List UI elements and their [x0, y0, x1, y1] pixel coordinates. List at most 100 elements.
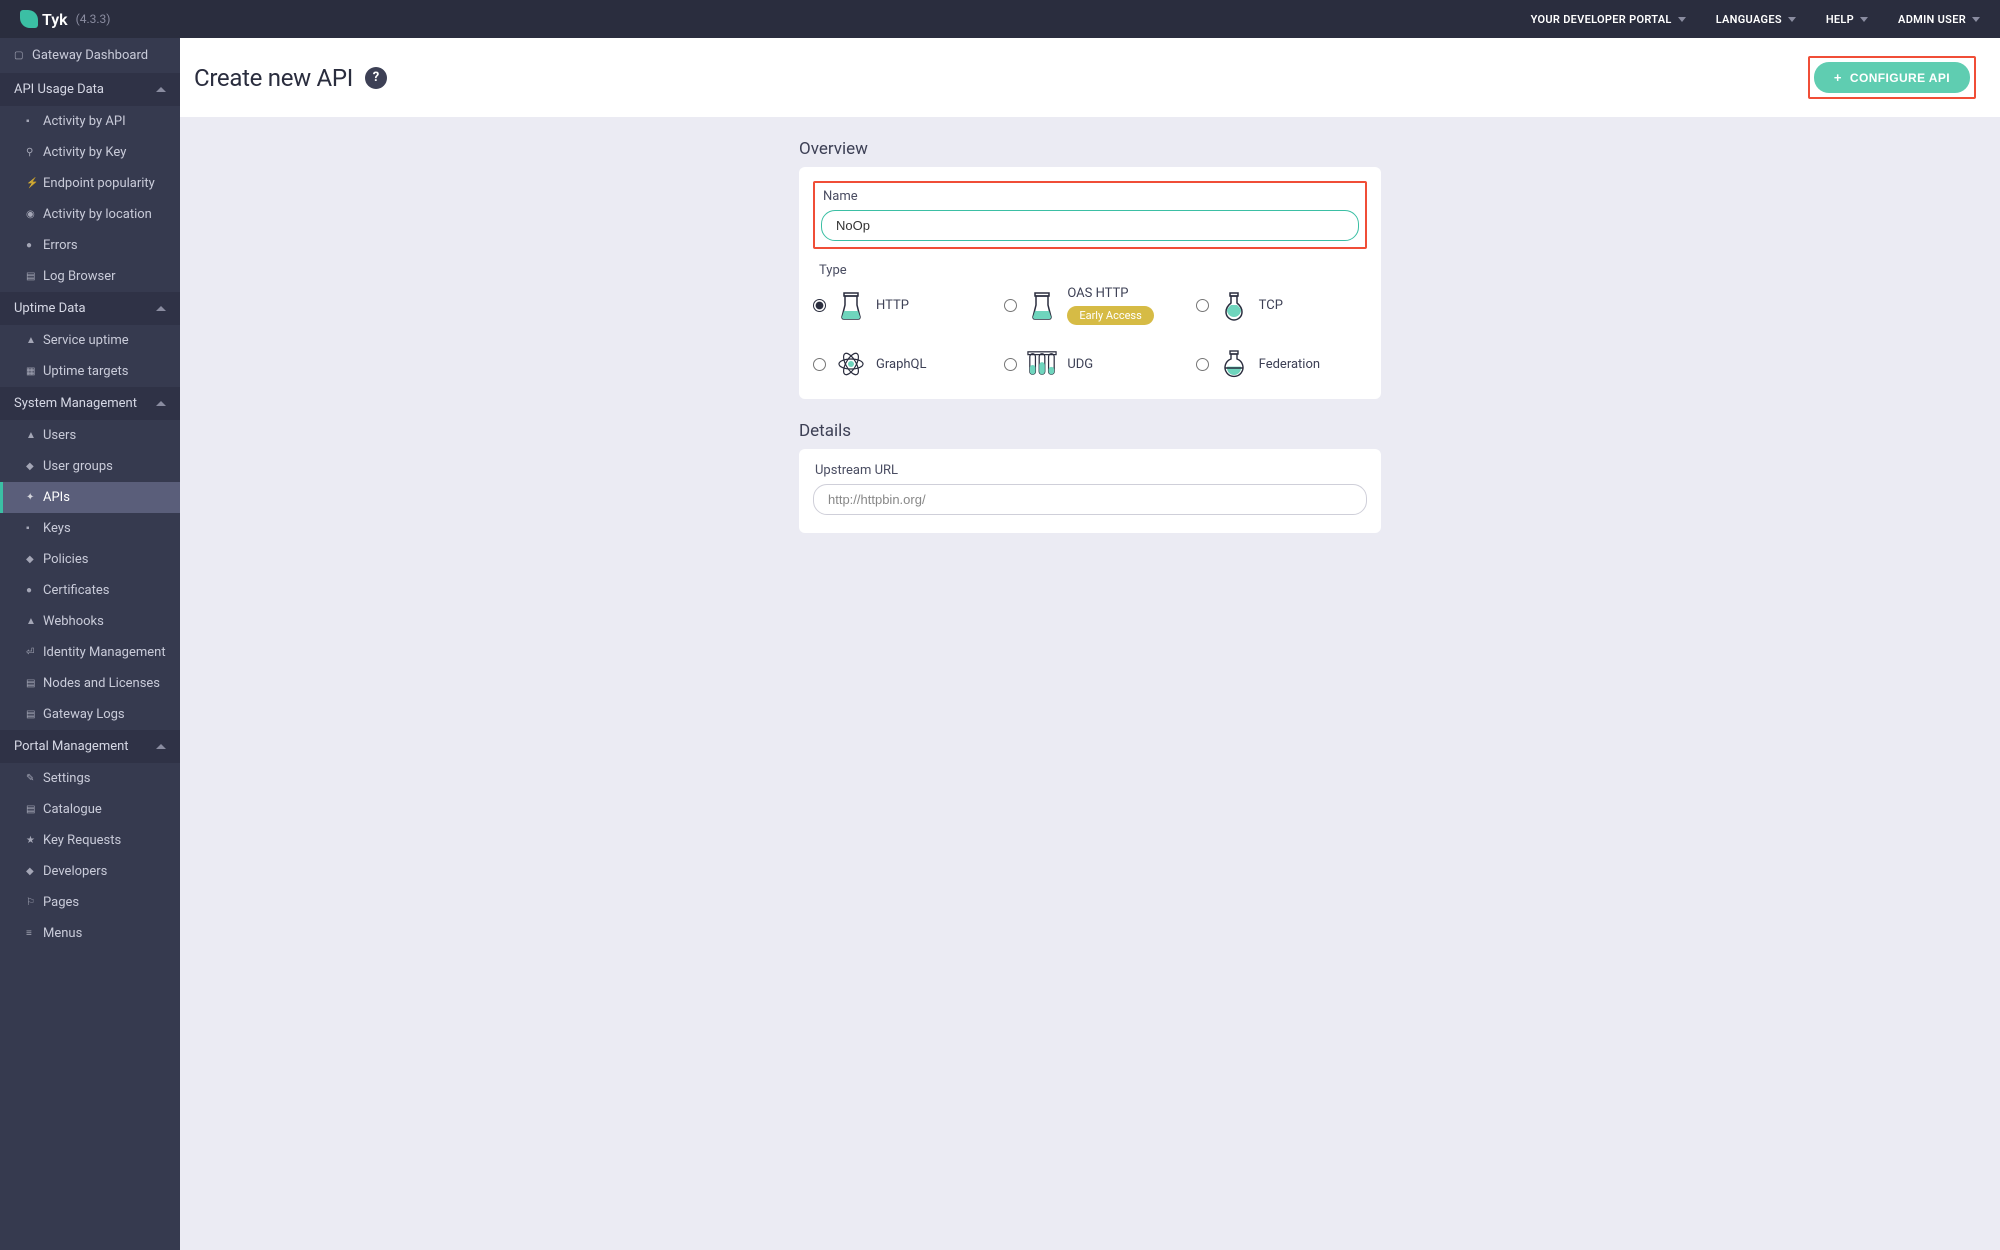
- details-heading: Details: [799, 421, 1381, 441]
- configure-api-button[interactable]: + CONFIGURE API: [1814, 62, 1970, 93]
- version-text: (4.3.3): [76, 12, 111, 26]
- nodes-icon: ▤: [26, 678, 36, 689]
- sidebar-item-certificates[interactable]: ●Certificates: [0, 575, 180, 606]
- sidebar-item-pages[interactable]: ⚐Pages: [0, 887, 180, 918]
- sidebar-dashboard[interactable]: ▢ Gateway Dashboard: [0, 38, 180, 73]
- flask-icon: [1219, 289, 1249, 323]
- type-option-federation[interactable]: Federation: [1196, 347, 1367, 381]
- sidebar-item-label: Developers: [43, 864, 107, 879]
- sidebar-item-label: Service uptime: [43, 333, 129, 348]
- sidebar-item-activity-api[interactable]: ▪Activity by API: [0, 106, 180, 137]
- nav-languages[interactable]: LANGUAGES: [1716, 13, 1796, 26]
- main: Create new API ? + CONFIGURE API Overvie…: [180, 38, 2000, 1250]
- upstream-label: Upstream URL: [813, 463, 1367, 478]
- logo: Tyk: [20, 10, 68, 29]
- sidebar-item-label: Uptime targets: [43, 364, 128, 379]
- sidebar-item-users[interactable]: ▲ Users: [0, 420, 180, 451]
- sidebar-item-log-browser[interactable]: ▤Log Browser: [0, 261, 180, 292]
- bolt-icon: ⚡: [26, 178, 36, 189]
- keys-icon: ▪: [26, 523, 36, 534]
- monitor-icon: ▢: [14, 50, 24, 61]
- sidebar-item-errors[interactable]: ●Errors: [0, 230, 180, 261]
- round-flask-icon: [1219, 347, 1249, 381]
- type-radio-graphql[interactable]: [813, 358, 826, 371]
- sidebar-item-developers[interactable]: ◆Developers: [0, 856, 180, 887]
- sidebar-item-identity[interactable]: ⏎Identity Management: [0, 637, 180, 668]
- type-option-udg[interactable]: UDG: [1004, 347, 1175, 381]
- sidebar-item-nodes-licenses[interactable]: ▤Nodes and Licenses: [0, 668, 180, 699]
- name-input[interactable]: [821, 210, 1359, 241]
- overview-heading: Overview: [799, 139, 1381, 159]
- sidebar-item-label: Webhooks: [43, 614, 104, 629]
- nav-label: ADMIN USER: [1898, 13, 1966, 26]
- help-icon[interactable]: ?: [365, 67, 387, 89]
- type-radio-federation[interactable]: [1196, 358, 1209, 371]
- type-radio-oas[interactable]: [1004, 299, 1017, 312]
- sidebar-item-webhooks[interactable]: ▲ Webhooks: [0, 606, 180, 637]
- sidebar-item-label: Gateway Logs: [43, 707, 125, 722]
- sidebar-item-apis[interactable]: ✦APIs: [0, 482, 180, 513]
- sidebar-item-settings[interactable]: ✎Settings: [0, 763, 180, 794]
- sidebar-item-menus[interactable]: ≡Menus: [0, 918, 180, 949]
- button-label: CONFIGURE API: [1850, 71, 1950, 85]
- sidebar-item-gateway-logs[interactable]: ▤ Gateway Logs: [0, 699, 180, 730]
- logs-icon: ▤: [26, 709, 36, 720]
- sidebar-item-activity-key[interactable]: ⚲Activity by Key: [0, 137, 180, 168]
- type-label: TCP: [1259, 298, 1283, 313]
- sidebar-item-label: User groups: [43, 459, 113, 474]
- highlight-name: Name: [813, 181, 1367, 249]
- sidebar-item-key-requests[interactable]: ★Key Requests: [0, 825, 180, 856]
- type-radio-http[interactable]: [813, 299, 826, 312]
- sidebar-item-label: Menus: [43, 926, 82, 941]
- log-icon: ▤: [26, 271, 36, 282]
- nav-help[interactable]: HELP: [1826, 13, 1868, 26]
- nav-label: YOUR DEVELOPER PORTAL: [1531, 13, 1672, 26]
- type-radio-udg[interactable]: [1004, 358, 1017, 371]
- type-option-http[interactable]: HTTP: [813, 286, 984, 325]
- sidebar-item-label: Pages: [43, 895, 79, 910]
- sidebar-item-policies[interactable]: ◆ Policies: [0, 544, 180, 575]
- sidebar-section-portal[interactable]: Portal Management: [0, 730, 180, 763]
- type-radio-tcp[interactable]: [1196, 299, 1209, 312]
- nav-label: LANGUAGES: [1716, 13, 1782, 26]
- sidebar-item-label: Policies: [43, 552, 88, 567]
- user-icon: ▲: [26, 430, 36, 441]
- chevron-down-icon: [1678, 17, 1686, 22]
- sidebar-item-keys[interactable]: ▪Keys: [0, 513, 180, 544]
- sidebar-section-api-usage[interactable]: API Usage Data: [0, 73, 180, 106]
- type-option-oas-http[interactable]: OAS HTTP Early Access: [1004, 286, 1175, 325]
- sidebar-section-system[interactable]: System Management: [0, 387, 180, 420]
- sidebar-item-label: Settings: [43, 771, 90, 786]
- sidebar-item-service-uptime[interactable]: ▲Service uptime: [0, 325, 180, 356]
- nav-developer-portal[interactable]: YOUR DEVELOPER PORTAL: [1531, 13, 1686, 26]
- section-title: Portal Management: [14, 739, 129, 754]
- titlebar: Create new API ? + CONFIGURE API: [180, 38, 2000, 117]
- type-option-tcp[interactable]: TCP: [1196, 286, 1367, 325]
- sidebar-item-label: Gateway Dashboard: [32, 48, 148, 63]
- globe-icon: ◉: [26, 209, 36, 220]
- sidebar-item-label: Activity by location: [43, 207, 152, 222]
- sidebar-item-label: Endpoint popularity: [43, 176, 155, 191]
- sidebar-item-endpoint-popularity[interactable]: ⚡ Endpoint popularity: [0, 168, 180, 199]
- section-title: System Management: [14, 396, 137, 411]
- type-option-graphql[interactable]: GraphQL: [813, 347, 984, 381]
- sidebar-item-uptime-targets[interactable]: ▦Uptime targets: [0, 356, 180, 387]
- webhook-icon: ▲: [26, 616, 36, 627]
- sidebar-item-label: Errors: [43, 238, 78, 253]
- sidebar-item-label: Activity by Key: [43, 145, 126, 160]
- chevron-down-icon: [1860, 17, 1868, 22]
- sidebar-item-user-groups[interactable]: ◆User groups: [0, 451, 180, 482]
- policy-icon: ◆: [26, 554, 36, 565]
- nav-admin-user[interactable]: ADMIN USER: [1898, 13, 1980, 26]
- atom-icon: [836, 347, 866, 381]
- details-card: Upstream URL: [799, 449, 1381, 533]
- type-label: UDG: [1067, 357, 1093, 372]
- sidebar-section-uptime[interactable]: Uptime Data: [0, 292, 180, 325]
- chevron-down-icon: [1972, 17, 1980, 22]
- sidebar-item-label: Users: [43, 428, 76, 443]
- sidebar-item-activity-location[interactable]: ◉ Activity by location: [0, 199, 180, 230]
- chevron-up-icon: [156, 87, 166, 92]
- upstream-url-input[interactable]: [813, 484, 1367, 515]
- sidebar-item-label: Catalogue: [43, 802, 102, 817]
- sidebar-item-catalogue[interactable]: ▤Catalogue: [0, 794, 180, 825]
